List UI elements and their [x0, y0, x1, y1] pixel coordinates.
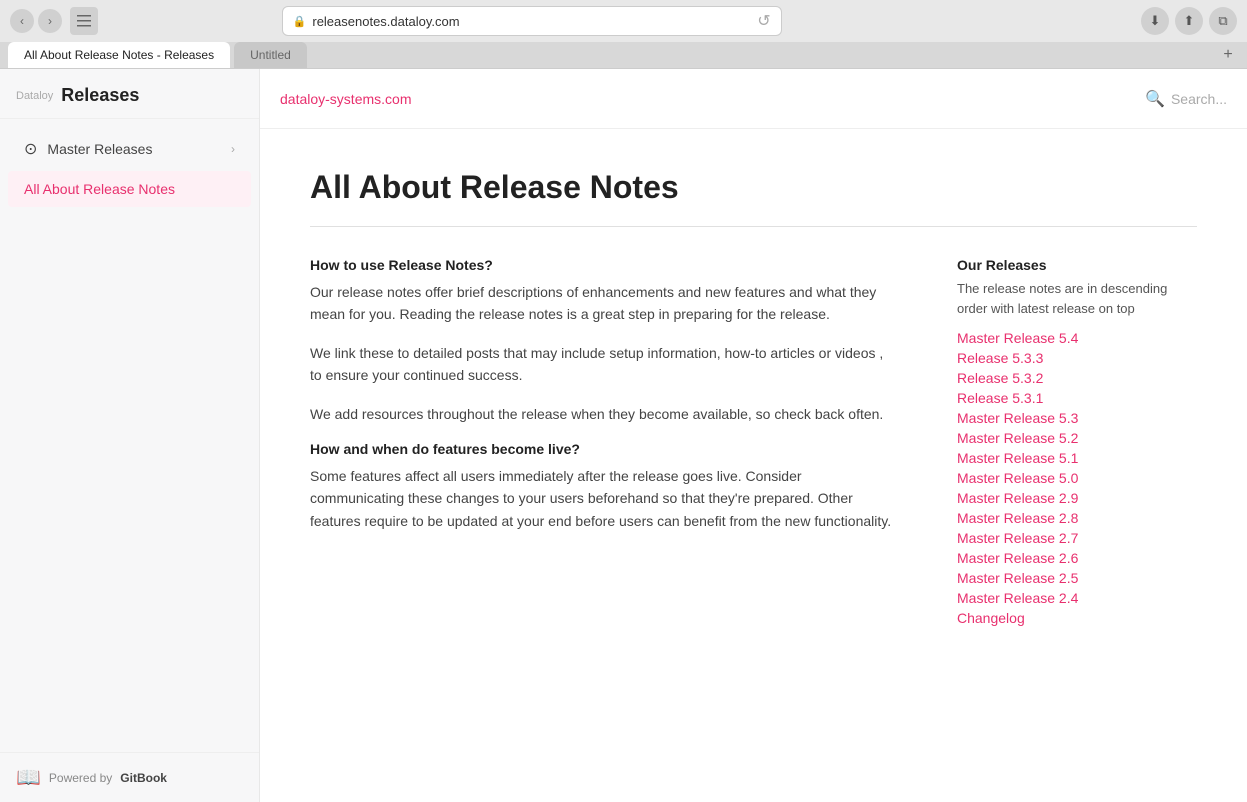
release-link-2[interactable]: Release 5.3.2	[957, 370, 1197, 386]
release-link-8[interactable]: Master Release 2.9	[957, 490, 1197, 506]
content-grid: How to use Release Notes? Our release no…	[310, 257, 1197, 630]
nav-buttons: ‹ ›	[10, 9, 62, 33]
section1-heading: How to use Release Notes?	[310, 257, 897, 273]
gitbook-icon: 📖	[16, 765, 41, 790]
sidebar-item-about-release-notes[interactable]: All About Release Notes	[8, 171, 251, 207]
chevron-right-icon: ›	[231, 142, 235, 156]
release-link-7[interactable]: Master Release 5.0	[957, 470, 1197, 486]
master-releases-icon: ⊙	[24, 139, 37, 159]
sidebar-nav: ⊙ Master Releases › All About Release No…	[0, 119, 259, 752]
app-title: Releases	[61, 85, 139, 106]
release-link-4[interactable]: Master Release 5.3	[957, 410, 1197, 426]
section2-para: Some features affect all users immediate…	[310, 465, 897, 532]
browser-toolbar: ‹ › 🔒 releasenotes.dataloy.com ↺ ⬇ ⬆ ⧉	[0, 0, 1247, 42]
top-nav: dataloy-systems.com 🔍 Search...	[260, 69, 1247, 129]
release-link-0[interactable]: Master Release 5.4	[957, 330, 1197, 346]
sidebar-footer: 📖 Powered by GitBook	[0, 752, 259, 802]
releases-heading: Our Releases	[957, 257, 1197, 273]
release-link-10[interactable]: Master Release 2.7	[957, 530, 1197, 546]
sidebar-header: Dataloy Releases	[0, 69, 259, 119]
content-left: How to use Release Notes? Our release no…	[310, 257, 897, 548]
inactive-tab[interactable]: Untitled	[234, 42, 307, 68]
release-link-6[interactable]: Master Release 5.1	[957, 450, 1197, 466]
release-link-9[interactable]: Master Release 2.8	[957, 510, 1197, 526]
search-icon: 🔍	[1145, 89, 1165, 109]
sidebar-toggle-button[interactable]	[70, 7, 98, 35]
releases-subtitle: The release notes are in descending orde…	[957, 279, 1197, 318]
active-tab[interactable]: All About Release Notes - Releases	[8, 42, 230, 68]
brand-label: Dataloy	[16, 90, 53, 102]
content-divider	[310, 226, 1197, 227]
url-text: releasenotes.dataloy.com	[312, 14, 459, 29]
lock-icon: 🔒	[293, 15, 307, 28]
section1-para1: Our release notes offer brief descriptio…	[310, 281, 897, 326]
browser-actions: ⬇ ⬆ ⧉	[1141, 7, 1237, 35]
new-tab-button[interactable]: +	[1217, 44, 1239, 66]
sidebar-item-label-master-releases: Master Releases	[47, 141, 152, 157]
sidebar: Dataloy Releases ⊙ Master Releases › All…	[0, 69, 260, 802]
release-link-13[interactable]: Master Release 2.4	[957, 590, 1197, 606]
release-link-5[interactable]: Master Release 5.2	[957, 430, 1197, 446]
address-bar[interactable]: 🔒 releasenotes.dataloy.com ↺	[282, 6, 782, 36]
app-container: Dataloy Releases ⊙ Master Releases › All…	[0, 69, 1247, 802]
release-link-11[interactable]: Master Release 2.6	[957, 550, 1197, 566]
section1-para3: We add resources throughout the release …	[310, 403, 897, 425]
release-link-12[interactable]: Master Release 2.5	[957, 570, 1197, 586]
back-button[interactable]: ‹	[10, 9, 34, 33]
reload-button[interactable]: ↺	[757, 11, 770, 31]
footer-text: Powered by	[49, 771, 112, 785]
page-wrapper: dataloy-systems.com 🔍 Search... All Abou…	[260, 69, 1247, 802]
share-button[interactable]: ⬆	[1175, 7, 1203, 35]
page-title: All About Release Notes	[310, 169, 1197, 206]
section2-heading: How and when do features become live?	[310, 441, 897, 457]
release-link-14[interactable]: Changelog	[957, 610, 1197, 626]
extensions-button[interactable]: ⬇	[1141, 7, 1169, 35]
tabs-button[interactable]: ⧉	[1209, 7, 1237, 35]
dataloy-link[interactable]: dataloy-systems.com	[280, 91, 411, 107]
sidebar-item-label-about: All About Release Notes	[24, 181, 175, 197]
section1-para2: We link these to detailed posts that may…	[310, 342, 897, 387]
content-right: Our Releases The release notes are in de…	[957, 257, 1197, 630]
release-link-3[interactable]: Release 5.3.1	[957, 390, 1197, 406]
search-area[interactable]: 🔍 Search...	[1145, 89, 1227, 109]
browser-chrome: ‹ › 🔒 releasenotes.dataloy.com ↺ ⬇ ⬆ ⧉ A…	[0, 0, 1247, 69]
release-links-list: Master Release 5.4 Release 5.3.3 Release 5…	[957, 330, 1197, 626]
main-content: All About Release Notes How to use Relea…	[260, 129, 1247, 802]
search-placeholder: Search...	[1171, 91, 1227, 107]
gitbook-link[interactable]: GitBook	[120, 771, 167, 785]
release-link-1[interactable]: Release 5.3.3	[957, 350, 1197, 366]
tab-bar: All About Release Notes - Releases Untit…	[0, 42, 1247, 68]
sidebar-item-master-releases[interactable]: ⊙ Master Releases ›	[8, 129, 251, 169]
forward-button[interactable]: ›	[38, 9, 62, 33]
